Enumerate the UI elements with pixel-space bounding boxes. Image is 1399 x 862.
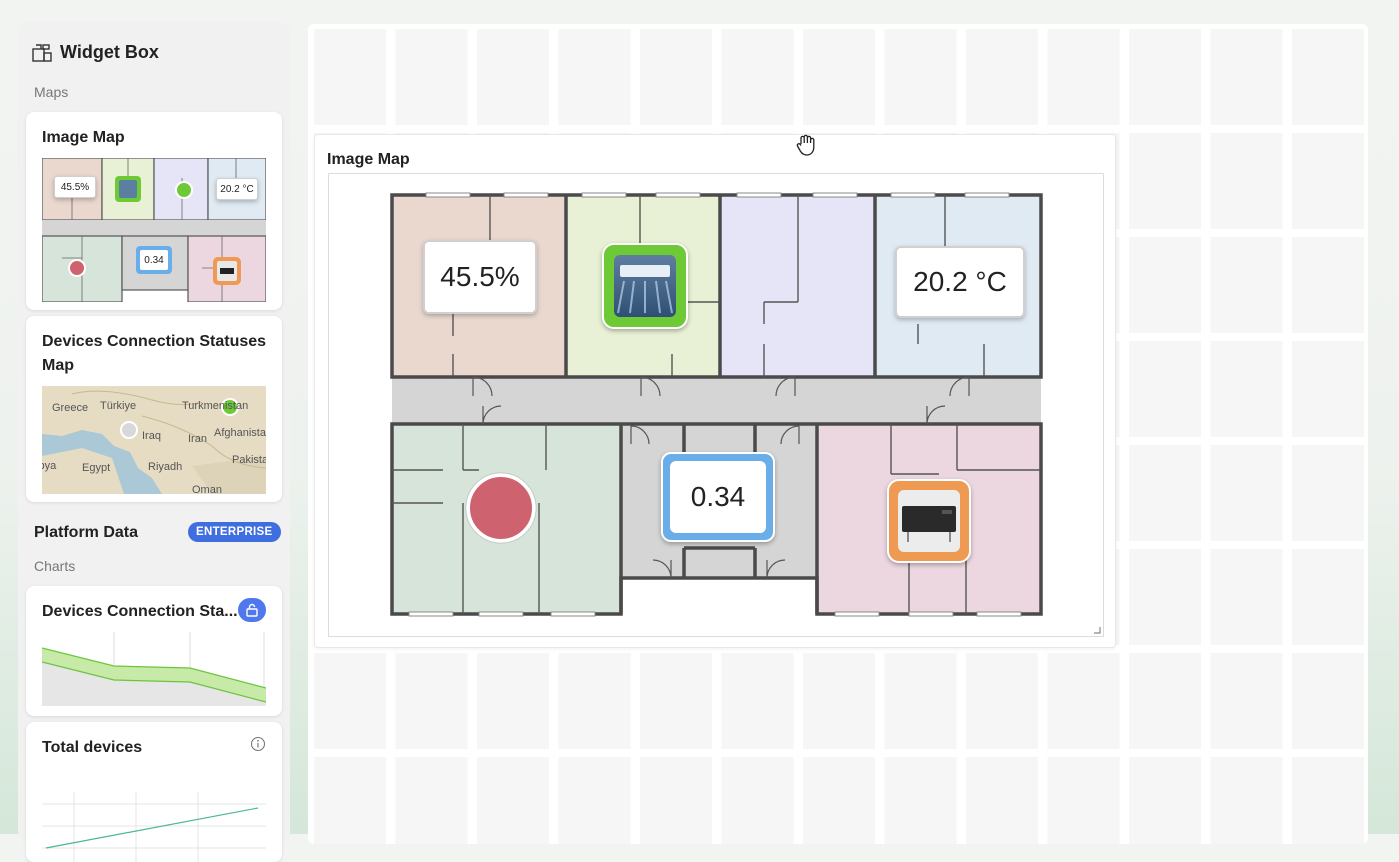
hand-cursor-icon bbox=[796, 134, 815, 156]
devices-connection-map-card[interactable]: Devices Connection Statuses Map Greece T… bbox=[26, 316, 282, 502]
map-label-pakistan: Pakistan bbox=[232, 454, 266, 466]
lock-button[interactable] bbox=[238, 598, 266, 622]
lock-icon bbox=[246, 603, 258, 617]
dashboard-canvas[interactable]: Image Map 45.5% 20.2 °C 0.34 bbox=[308, 24, 1368, 844]
map-label-turkmenistan: Turkmenistan bbox=[182, 400, 249, 412]
image-map-widget[interactable]: Image Map 45.5% 20.2 °C 0.34 bbox=[314, 134, 1116, 648]
map-label-greece: Greece bbox=[52, 402, 89, 414]
map-label-afghanistan: Afghanistan bbox=[214, 427, 266, 439]
map-label-libya: Libya bbox=[42, 460, 57, 472]
devices-map-card-title: Devices Connection Statuses Map bbox=[42, 333, 267, 374]
resize-handle-icon[interactable] bbox=[1093, 626, 1101, 634]
devices-chart-card-title: Devices Connection Sta... bbox=[42, 603, 238, 620]
widget-box-title: Widget Box bbox=[60, 42, 159, 62]
temperature-value-label[interactable]: 20.2 °C bbox=[895, 246, 1025, 318]
image-map-widget-card[interactable]: Image Map 45.5% 20.2 °C 0.34 bbox=[26, 112, 282, 310]
widget-box-header: Widget Box bbox=[32, 42, 159, 63]
map-label-riyadh: Riyadh bbox=[148, 461, 183, 473]
image-map-widget-title: Image Map bbox=[327, 151, 410, 168]
value-label-frame[interactable]: 0.34 bbox=[661, 452, 775, 542]
devices-chart-preview bbox=[42, 632, 266, 706]
map-label-egypt: Egypt bbox=[82, 462, 111, 474]
measurement-value-label: 0.34 bbox=[670, 461, 766, 533]
image-map-container: 45.5% 20.2 °C 0.34 bbox=[328, 173, 1104, 637]
map-place-labels: Greece Türkiye Turkmenistan Iraq Iran Af… bbox=[42, 386, 266, 494]
map-label-iran: Iran bbox=[188, 433, 207, 445]
widget-box-icon bbox=[32, 43, 52, 62]
map-label-iraq: Iraq bbox=[142, 430, 161, 442]
widget-box-panel: Widget Box Maps Image Map 45.5% 20.2 °C bbox=[18, 22, 290, 862]
enterprise-badge[interactable]: ENTERPRISE bbox=[188, 522, 281, 542]
heater-icon bbox=[898, 490, 960, 552]
air-conditioner-device[interactable] bbox=[602, 243, 688, 329]
devices-connection-chart-card[interactable]: Devices Connection Sta... bbox=[26, 586, 282, 716]
map-label-turkiye: Türkiye bbox=[100, 400, 137, 412]
preview-humidity-label: 45.5% bbox=[54, 176, 96, 198]
preview-temperature-label: 20.2 °C bbox=[216, 178, 258, 200]
humidity-value-label[interactable]: 45.5% bbox=[423, 240, 537, 314]
preview-value-label: 0.34 bbox=[144, 254, 164, 266]
total-devices-card-title: Total devices bbox=[42, 739, 143, 756]
platform-data-label: Platform Data bbox=[34, 524, 139, 541]
maps-section-label: Maps bbox=[34, 84, 69, 100]
image-map-card-title: Image Map bbox=[42, 129, 125, 146]
info-icon[interactable] bbox=[250, 736, 266, 752]
charts-section-label: Charts bbox=[34, 558, 76, 574]
total-devices-chart-preview bbox=[42, 792, 266, 862]
heater-device[interactable] bbox=[887, 479, 971, 563]
air-conditioner-icon bbox=[614, 255, 676, 317]
map-label-oman: Oman bbox=[192, 484, 222, 494]
total-devices-card[interactable]: Total devices bbox=[26, 722, 282, 862]
